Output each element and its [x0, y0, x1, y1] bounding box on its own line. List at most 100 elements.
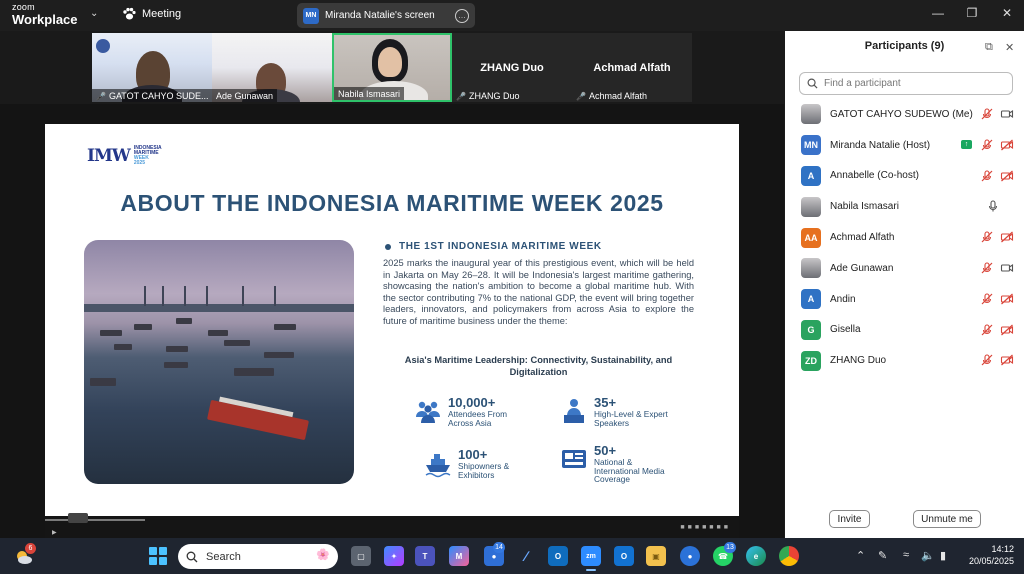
- outlook-new-icon[interactable]: O: [614, 546, 634, 566]
- video-icon[interactable]: [1000, 107, 1014, 121]
- invite-button[interactable]: Invite: [829, 510, 870, 528]
- participant-row[interactable]: AA Achmad Alfath: [785, 222, 1024, 253]
- windows-start-icon[interactable]: [149, 547, 167, 565]
- ship: [166, 346, 188, 352]
- task-view-icon[interactable]: ▢: [351, 546, 371, 566]
- mic-muted-icon[interactable]: [980, 323, 994, 337]
- microsoft365-icon[interactable]: M: [449, 546, 469, 566]
- screen-owner-label: Miranda Natalie's screen: [325, 10, 435, 21]
- video-tile[interactable]: 🎤 GATOT CAHYO SUDE...: [92, 33, 212, 102]
- brand-line2: Workplace: [12, 12, 78, 27]
- pen-icon[interactable]: ✎: [878, 549, 887, 562]
- video-tile-active-speaker[interactable]: Nabila Ismasari: [332, 33, 452, 102]
- video-icon[interactable]: [1000, 261, 1014, 275]
- logo-line4: 2025: [133, 160, 145, 166]
- wifi-icon[interactable]: ≈: [903, 549, 909, 561]
- maximize-icon[interactable]: ❐: [962, 6, 982, 20]
- minimize-icon[interactable]: —: [928, 6, 948, 20]
- copilot-icon[interactable]: ✦: [384, 546, 404, 566]
- teams-icon[interactable]: T: [415, 546, 435, 566]
- chevron-up-icon[interactable]: ⌃: [856, 549, 865, 562]
- participant-row[interactable]: Nabila Ismasari: [785, 191, 1024, 222]
- mic-muted-icon[interactable]: [980, 261, 994, 275]
- participant-search[interactable]: [799, 72, 1013, 95]
- participant-name: Achmad Alfath: [830, 232, 895, 244]
- video-tile[interactable]: ZHANG Duo 🎤 ZHANG Duo: [452, 33, 572, 102]
- video-off-icon[interactable]: [1000, 292, 1014, 306]
- participant-status-icons: [980, 107, 1014, 121]
- slash-app-icon[interactable]: ∕: [516, 546, 536, 566]
- stat-media: 50+ National & International Media Cover…: [559, 444, 674, 484]
- video-off-icon[interactable]: [1000, 138, 1014, 152]
- play-icon[interactable]: ▶: [52, 529, 57, 536]
- volume-icon[interactable]: 🔈: [921, 549, 935, 562]
- harbor-photo: [84, 240, 354, 484]
- mic-muted-icon[interactable]: [980, 292, 994, 306]
- video-off-icon[interactable]: [1000, 230, 1014, 244]
- participant-row[interactable]: A Annabelle (Co-host): [785, 161, 1024, 192]
- video-tile[interactable]: Ade Gunawan: [212, 33, 332, 102]
- screen-share-pill[interactable]: MN Miranda Natalie's screen …: [297, 3, 475, 28]
- stat-number: 50+: [594, 443, 617, 458]
- video-tile[interactable]: Achmad Alfath 🎤 Achmad Alfath: [572, 33, 692, 102]
- section-heading: THE 1ST INDONESIA MARITIME WEEK: [385, 241, 602, 252]
- participant-search-input[interactable]: [824, 78, 1004, 89]
- ellipsis-icon[interactable]: …: [455, 8, 469, 23]
- mic-muted-icon[interactable]: [980, 169, 994, 183]
- close-icon[interactable]: ✕: [997, 6, 1017, 20]
- participant-row[interactable]: G Gisella: [785, 315, 1024, 346]
- crane: [162, 286, 164, 306]
- mic-muted-icon: 🎤: [96, 91, 106, 101]
- participant-row[interactable]: ZD ZHANG Duo: [785, 345, 1024, 376]
- participant-name: Nabila Ismasari: [830, 201, 899, 213]
- video-off-icon[interactable]: [1000, 169, 1014, 183]
- video-strip: 🎤 GATOT CAHYO SUDE... Ade Gunawan Nabila…: [92, 33, 692, 102]
- presentation-control-bar: ■■■■■■■: [45, 516, 739, 538]
- outlook-icon[interactable]: O: [548, 546, 568, 566]
- stat-label: High-Level & Expert Speakers: [594, 409, 668, 428]
- participant-avatar: AA: [801, 227, 821, 248]
- people-icon: [413, 396, 443, 426]
- speaker-icon: [559, 396, 589, 426]
- participant-row[interactable]: Ade Gunawan: [785, 253, 1024, 284]
- mic-muted-icon[interactable]: [980, 138, 994, 152]
- battery-icon[interactable]: ▮: [940, 549, 946, 562]
- chevron-down-icon[interactable]: ⌄: [90, 8, 98, 19]
- section-heading-text: THE 1ST INDONESIA MARITIME WEEK: [399, 241, 602, 252]
- mic-icon[interactable]: [986, 199, 1000, 213]
- chrome-icon[interactable]: [779, 546, 799, 566]
- meeting-button[interactable]: Meeting: [122, 7, 181, 21]
- participant-status-icons: [980, 353, 1014, 367]
- zoom-icon[interactable]: zm: [581, 546, 601, 571]
- logo-icon: [96, 39, 110, 53]
- video-name-bar: Ade Gunawan: [212, 89, 278, 102]
- pop-out-icon[interactable]: ⧉: [985, 41, 993, 54]
- slide-progress-bar[interactable]: [45, 519, 145, 521]
- mic-muted-icon[interactable]: [980, 107, 994, 121]
- intro-paragraph: 2025 marks the inaugural year of this pr…: [383, 258, 694, 326]
- unmute-me-button[interactable]: Unmute me: [913, 510, 981, 528]
- video-off-icon[interactable]: [1000, 353, 1014, 367]
- presentation-tools-icon[interactable]: ■■■■■■■: [680, 524, 731, 531]
- edge-icon[interactable]: e: [746, 546, 766, 566]
- presentation-slide: IMW INDONESIA MARITIME WEEK 2025 ABOUT T…: [45, 124, 739, 516]
- edge-copilot-icon[interactable]: ●: [680, 546, 700, 566]
- participant-row[interactable]: GATOT CAHYO SUDEWO (Me): [785, 99, 1024, 130]
- mic-muted-icon[interactable]: [980, 230, 994, 244]
- stat-attendees: 10,000+ Attendees From Across Asia: [413, 396, 528, 427]
- participant-row[interactable]: A Andin: [785, 284, 1024, 315]
- file-explorer-icon[interactable]: ▣: [646, 546, 666, 566]
- system-clock[interactable]: 14:12 20/05/2025: [960, 543, 1020, 567]
- video-off-icon[interactable]: [1000, 323, 1014, 337]
- participant-row[interactable]: MN Miranda Natalie (Host) ↑: [785, 130, 1024, 161]
- weather-badge: 6: [25, 543, 36, 554]
- close-panel-icon[interactable]: ✕: [1005, 41, 1014, 54]
- ship: [114, 344, 132, 350]
- participant-status-icons: [986, 199, 1014, 213]
- mic-muted-icon[interactable]: [980, 353, 994, 367]
- crane: [206, 286, 208, 306]
- taskbar-search[interactable]: Search 🌸: [178, 544, 338, 569]
- screen-owner-avatar: MN: [303, 7, 319, 24]
- video-name: ZHANG Duo: [468, 91, 520, 101]
- tooltip: [68, 513, 88, 523]
